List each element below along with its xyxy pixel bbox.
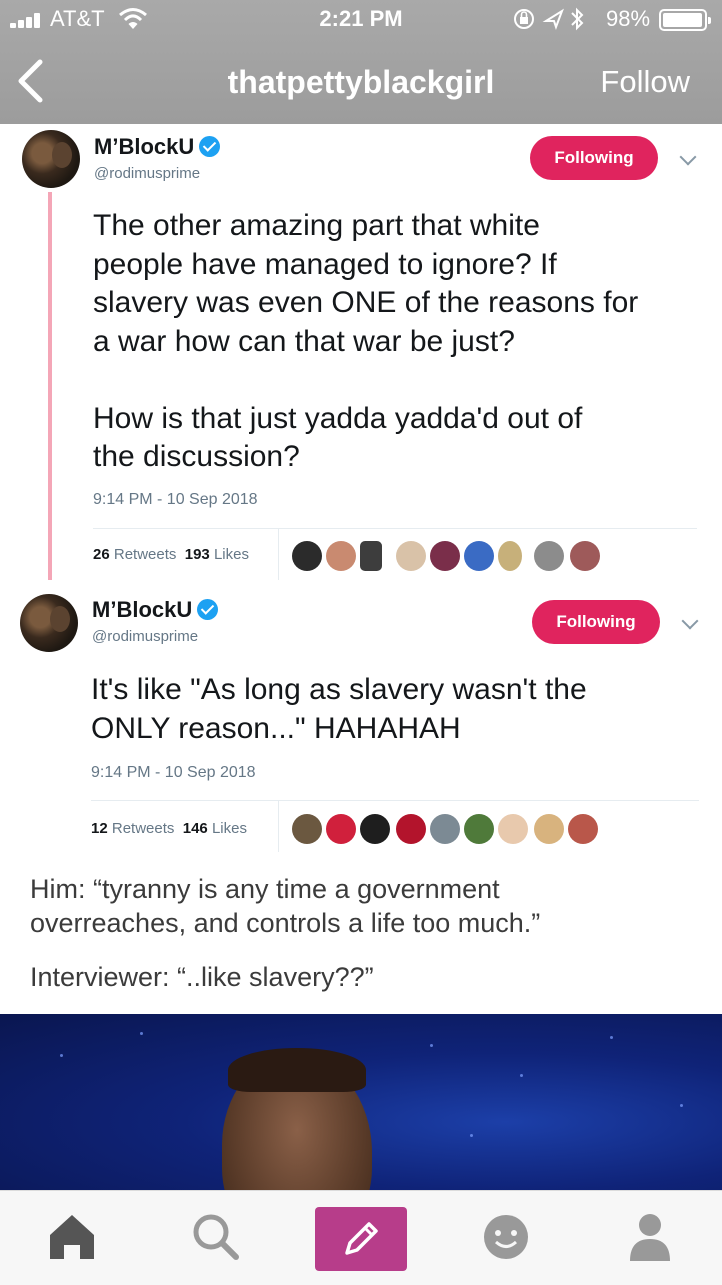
liker-avatar[interactable] [430,541,460,571]
status-icons [514,7,584,31]
account-icon[interactable] [622,1209,678,1265]
tweet-card: M’BlockU @rodimusprime Following It's li… [0,588,722,860]
verified-badge-icon [197,599,219,620]
tweet-date[interactable]: 9:14 PM - 10 Sep 2018 [91,764,256,782]
author-handle: @rodimusprime [92,628,199,645]
battery-icon [659,9,711,31]
verified-badge-icon [199,136,221,157]
liker-avatar[interactable] [464,814,494,844]
tweet-text: It's like "As long as slavery wasn't the… [91,673,587,745]
location-arrow-icon [542,8,564,30]
liker-avatar[interactable] [292,541,322,571]
author-name: M’BlockU [94,134,195,159]
liker-avatar[interactable] [498,814,528,844]
tweet-text: The other amazing part that white people… [93,209,639,473]
liker-avatar[interactable] [498,541,522,571]
status-bar: AT&T 2:21 PM 98% [0,0,722,40]
liker-avatar[interactable] [360,541,382,571]
liker-avatar[interactable] [292,814,322,844]
chevron-down-icon[interactable] [681,612,699,630]
home-icon[interactable] [44,1209,100,1265]
post-caption: Him: “tyranny is any time a government o… [30,874,541,938]
tweet-author[interactable]: M’BlockU [94,134,221,160]
retweets-label[interactable]: Retweets [114,546,177,563]
retweets-label[interactable]: Retweets [112,820,175,837]
likes-label[interactable]: Likes [212,820,247,837]
like-count: 146 [182,820,208,837]
divider [91,800,699,801]
post-caption-reply: Interviewer: “..like slavery??” [30,962,374,992]
liker-avatar[interactable] [326,814,356,844]
divider [93,528,697,529]
chevron-down-icon[interactable] [679,148,697,166]
tweet-author[interactable]: M’BlockU [92,597,219,623]
battery-percent: 98% [606,6,651,31]
author-name: M’BlockU [92,597,193,622]
liker-avatar[interactable] [396,814,426,844]
liker-avatar[interactable] [430,814,460,844]
tab-bar [0,1190,722,1285]
liker-avatar[interactable] [326,541,356,571]
retweet-count: 26 [93,546,110,563]
compose-icon [345,1222,378,1255]
top-bar: AT&T 2:21 PM 98% thatpettyblackgirl Foll… [0,0,722,124]
avatar[interactable] [22,130,80,188]
like-count: 193 [184,546,210,563]
orientation-lock-icon [514,9,534,29]
author-handle: @rodimusprime [94,165,201,182]
stats-separator [278,800,279,852]
liker-avatar[interactable] [360,814,390,844]
liker-avatar[interactable] [534,541,564,571]
liker-avatars[interactable] [292,541,612,573]
tweet-date[interactable]: 9:14 PM - 10 Sep 2018 [93,491,258,509]
tweet-stats: 26 Retweets 193 Likes [93,546,249,563]
likes-label[interactable]: Likes [214,546,249,563]
liker-avatar[interactable] [396,541,426,571]
liker-avatar[interactable] [464,541,494,571]
liker-avatar[interactable] [570,541,600,571]
reaction-gif[interactable] [0,1014,722,1194]
avatar[interactable] [20,594,78,652]
liker-avatar[interactable] [568,814,598,844]
retweet-count: 12 [91,820,108,837]
liker-avatars[interactable] [292,814,612,846]
compose-button[interactable] [315,1207,407,1271]
liker-avatar[interactable] [534,814,564,844]
search-icon[interactable] [188,1209,244,1265]
follow-button[interactable]: Follow [600,64,690,100]
following-button[interactable]: Following [530,136,658,180]
stats-separator [278,528,279,580]
tweet-stats: 12 Retweets 146 Likes [91,820,247,837]
nav-bar: thatpettyblackgirl Follow [0,44,722,124]
bluetooth-icon [571,7,584,31]
following-button[interactable]: Following [532,600,660,644]
activity-icon[interactable] [478,1209,534,1265]
tweet-card: M’BlockU @rodimusprime Following The oth… [0,124,722,580]
